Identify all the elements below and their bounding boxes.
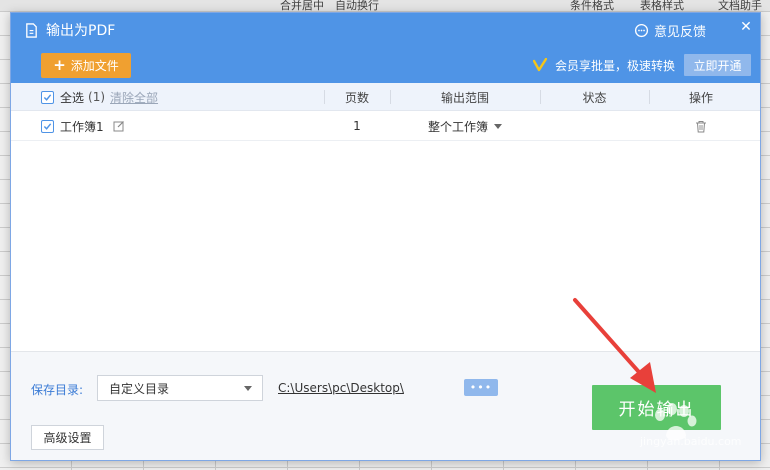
clear-all-link[interactable]: 清除全部 bbox=[110, 89, 158, 106]
column-header-pages: 页数 bbox=[344, 90, 369, 105]
dialog-header: 输出为PDF 意见反馈 ✕ + 添加文件 会员享批量，极速转换 立即开通 bbox=[11, 13, 760, 83]
open-vip-button[interactable]: 立即开通 bbox=[684, 54, 751, 76]
range-dropdown[interactable]: 整个工作簿 bbox=[390, 111, 540, 141]
select-all-group: 全选 (1) 清除全部 bbox=[41, 83, 158, 111]
column-header-range: 输出范围 bbox=[440, 90, 489, 105]
edit-icon[interactable] bbox=[113, 120, 125, 132]
range-value: 整个工作簿 bbox=[427, 119, 488, 134]
status-cell bbox=[540, 111, 649, 141]
browse-button[interactable]: ••• bbox=[464, 379, 498, 396]
feedback-link[interactable]: 意见反馈 bbox=[634, 20, 706, 40]
more-icon: ••• bbox=[469, 381, 493, 394]
export-pdf-dialog: 输出为PDF 意见反馈 ✕ + 添加文件 会员享批量，极速转换 立即开通 全选 … bbox=[10, 12, 761, 461]
check-icon bbox=[43, 122, 52, 130]
start-export-label: 开始输出 bbox=[618, 400, 695, 420]
pdf-export-icon bbox=[26, 22, 37, 38]
add-file-button[interactable]: + 添加文件 bbox=[41, 53, 131, 78]
column-header-status: 状态 bbox=[582, 90, 607, 105]
trash-icon[interactable] bbox=[695, 120, 707, 133]
column-header-action: 操作 bbox=[688, 90, 713, 105]
row-checkbox[interactable] bbox=[41, 119, 54, 133]
chevron-down-icon bbox=[244, 386, 252, 391]
save-dir-label: 保存目录: bbox=[31, 383, 84, 397]
vip-promo-text: 会员享批量，极速转换 bbox=[555, 58, 676, 73]
file-table-header: 全选 (1) 清除全部 页数 输出范围 状态 操作 bbox=[11, 83, 760, 111]
vip-v-icon bbox=[533, 58, 547, 72]
save-dir-value: 自定义目录 bbox=[109, 381, 170, 396]
dialog-footer: 保存目录: 自定义目录 C:\Users\pc\Desktop\ ••• 开始输… bbox=[11, 351, 760, 460]
vip-promo: 会员享批量，极速转换 bbox=[533, 55, 675, 75]
dialog-title: 输出为PDF bbox=[24, 20, 115, 40]
close-button[interactable]: ✕ bbox=[738, 19, 754, 35]
file-name-cell: 工作簿1 bbox=[41, 111, 125, 141]
dialog-title-text: 输出为PDF bbox=[46, 23, 116, 39]
check-icon bbox=[43, 93, 52, 101]
feedback-label: 意见反馈 bbox=[654, 24, 707, 40]
dir-path-link[interactable]: C:\Users\pc\Desktop\ bbox=[278, 381, 404, 395]
chevron-down-icon bbox=[494, 123, 502, 129]
select-all-label: 全选 bbox=[60, 90, 85, 105]
file-name: 工作簿1 bbox=[60, 119, 104, 134]
open-vip-label: 立即开通 bbox=[693, 58, 742, 73]
start-export-button[interactable]: 开始输出 bbox=[592, 385, 721, 430]
select-all-checkbox[interactable] bbox=[41, 90, 54, 104]
plus-icon: + bbox=[53, 56, 66, 74]
advanced-settings-label: 高级设置 bbox=[43, 431, 92, 445]
select-count: (1) bbox=[88, 90, 106, 104]
add-file-label: 添加文件 bbox=[70, 59, 119, 73]
save-dir-select[interactable]: 自定义目录 bbox=[97, 375, 263, 401]
action-cell bbox=[649, 111, 753, 141]
advanced-settings-button[interactable]: 高级设置 bbox=[31, 425, 104, 450]
chat-bubble-icon bbox=[634, 23, 649, 37]
table-row: 工作簿1 1 整个工作簿 bbox=[11, 111, 760, 141]
page-count: 1 bbox=[353, 119, 361, 133]
close-icon: ✕ bbox=[740, 19, 752, 35]
